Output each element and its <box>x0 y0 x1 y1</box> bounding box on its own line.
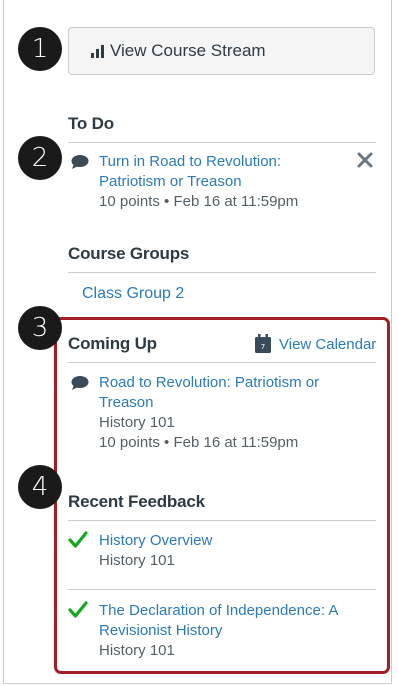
callout-badge-3: 3 <box>18 306 62 350</box>
course-groups-heading: Course Groups <box>68 244 376 273</box>
highlight-box <box>54 317 390 674</box>
view-course-stream-button[interactable]: View Course Stream <box>68 27 375 75</box>
callout-badge-2: 2 <box>18 136 62 180</box>
close-icon[interactable] <box>356 151 374 169</box>
callout-badge-4: 4 <box>18 465 62 509</box>
todo-item-link[interactable]: Turn in Road to Revolution: Patriotism o… <box>99 152 349 192</box>
course-group-link[interactable]: Class Group 2 <box>82 284 184 304</box>
view-course-stream-label: View Course Stream <box>110 41 266 60</box>
callout-badge-1: 1 <box>18 27 62 71</box>
todo-item-title-line2: Patriotism or Treason <box>99 173 242 190</box>
todo-item: Turn in Road to Revolution: Patriotism o… <box>99 152 349 212</box>
todo-item-meta: 10 points • Feb 16 at 11:59pm <box>99 193 299 210</box>
todo-item-title-line1: Turn in Road to Revolution: <box>99 153 282 170</box>
bar-chart-icon <box>91 44 104 58</box>
comment-icon <box>71 155 89 169</box>
todo-heading: To Do <box>68 114 376 143</box>
